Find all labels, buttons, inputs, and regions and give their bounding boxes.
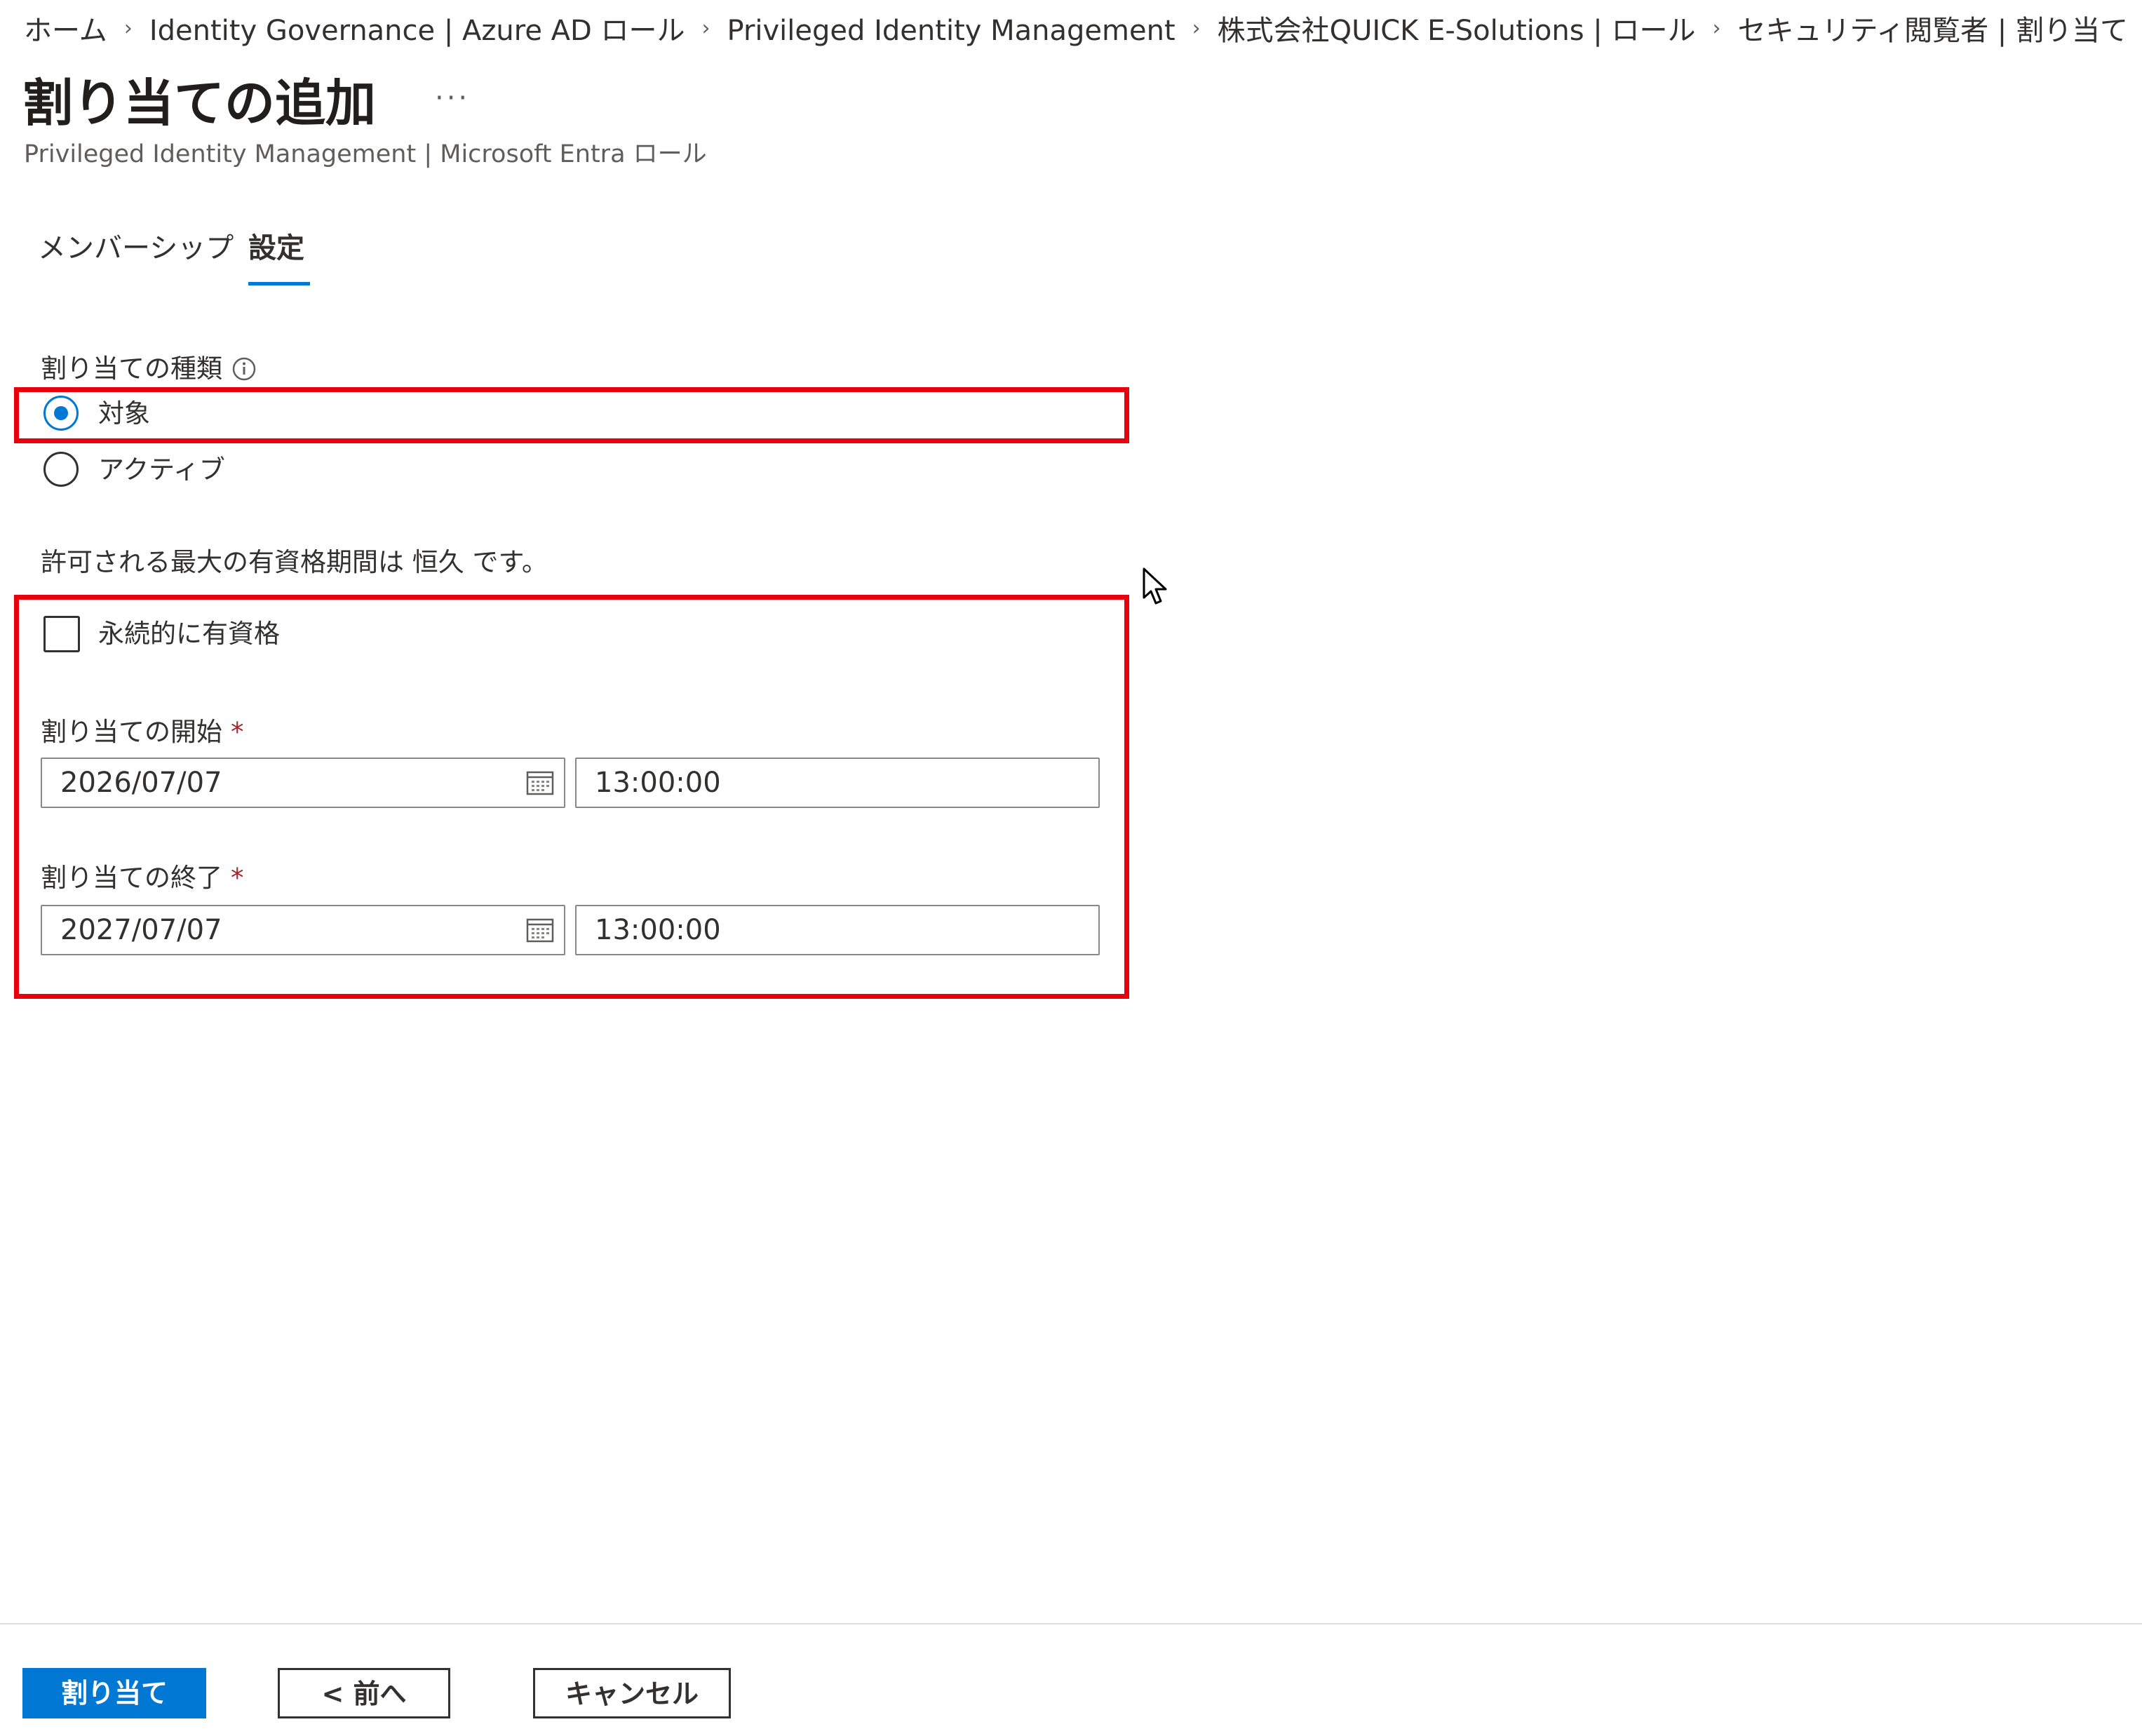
breadcrumb-pim[interactable]: Privileged Identity Management bbox=[727, 8, 1176, 53]
start-date-value: 2026/07/07 bbox=[60, 767, 222, 799]
breadcrumb-home[interactable]: ホーム bbox=[24, 8, 107, 53]
highlight-box-assignment-type bbox=[14, 387, 1129, 443]
end-date-input[interactable]: 2027/07/07 bbox=[41, 905, 565, 955]
radio-active[interactable] bbox=[43, 452, 79, 487]
assign-button[interactable]: 割り当て bbox=[22, 1668, 206, 1718]
permanently-eligible-checkbox[interactable] bbox=[43, 616, 80, 652]
assignment-start-label: 割り当ての開始 * bbox=[41, 713, 244, 752]
cancel-button[interactable]: キャンセル bbox=[533, 1668, 731, 1718]
start-date-input[interactable]: 2026/07/07 bbox=[41, 758, 565, 808]
radio-selected-dot bbox=[54, 406, 68, 420]
assignment-type-label: 割り当ての種類 bbox=[41, 354, 222, 384]
end-date-value: 2027/07/07 bbox=[60, 914, 222, 946]
breadcrumb-separator: › bbox=[123, 16, 133, 41]
assignment-start-text: 割り当ての開始 bbox=[41, 717, 222, 747]
page-title: 割り当ての追加 bbox=[22, 74, 377, 133]
start-time-input[interactable]: 13:00:00 bbox=[575, 758, 1100, 808]
radio-active-label: アクティブ bbox=[98, 455, 225, 485]
calendar-icon[interactable] bbox=[526, 770, 554, 795]
tab-selected-indicator bbox=[248, 282, 310, 285]
tab-membership[interactable]: メンバーシップ bbox=[38, 226, 234, 271]
tab-settings[interactable]: 設定 bbox=[248, 226, 304, 271]
calendar-icon[interactable] bbox=[526, 917, 554, 943]
end-time-input[interactable]: 13:00:00 bbox=[575, 905, 1100, 955]
breadcrumb-tenant-roles[interactable]: 株式会社QUICK E-Solutions | ロール bbox=[1218, 8, 1696, 53]
footer-divider bbox=[0, 1623, 2142, 1624]
previous-button[interactable]: < 前へ bbox=[278, 1668, 450, 1718]
breadcrumb: ホーム › Identity Governance | Azure AD ロール… bbox=[24, 8, 2128, 53]
radio-eligible[interactable] bbox=[43, 396, 79, 431]
radio-eligible-label: 対象 bbox=[98, 398, 150, 429]
required-asterisk: * bbox=[231, 863, 244, 893]
more-options-button[interactable]: ··· bbox=[435, 76, 470, 121]
end-time-value: 13:00:00 bbox=[595, 914, 721, 946]
assignment-end-label: 割り当ての終了 * bbox=[41, 859, 244, 898]
mouse-pointer-icon bbox=[1143, 567, 1167, 605]
breadcrumb-separator: › bbox=[1192, 16, 1201, 41]
start-time-value: 13:00:00 bbox=[595, 767, 721, 799]
breadcrumb-role-assignments[interactable]: セキュリティ閲覧者 | 割り当て bbox=[1737, 8, 2128, 53]
info-icon[interactable] bbox=[231, 356, 257, 382]
max-duration-text: 許可される最大の有資格期間は 恒久 です。 bbox=[41, 547, 548, 577]
page-subtitle: Privileged Identity Management | Microso… bbox=[24, 140, 707, 168]
breadcrumb-separator: › bbox=[701, 16, 710, 41]
required-asterisk: * bbox=[231, 717, 244, 747]
assignment-end-text: 割り当ての終了 bbox=[41, 863, 222, 893]
permanently-eligible-label: 永続的に有資格 bbox=[98, 619, 280, 649]
breadcrumb-identity-governance[interactable]: Identity Governance | Azure AD ロール bbox=[149, 8, 685, 53]
breadcrumb-separator: › bbox=[1712, 16, 1721, 41]
